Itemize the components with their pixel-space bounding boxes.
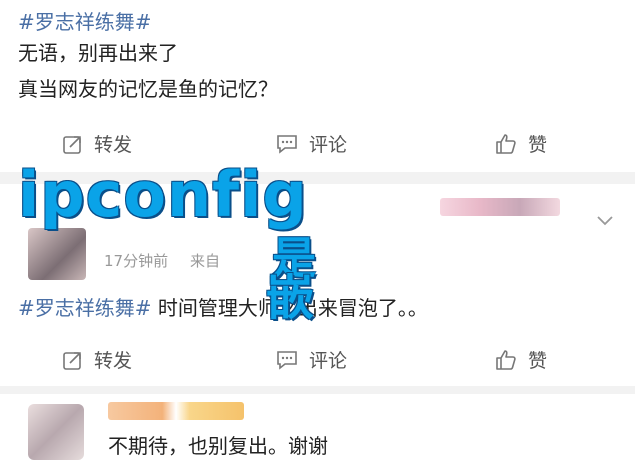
like-button[interactable]: 赞 — [494, 346, 547, 373]
repost-icon — [63, 351, 81, 370]
section-divider-2 — [0, 386, 635, 394]
repost-button[interactable]: 转发 — [62, 346, 132, 373]
comment-avatar[interactable] — [28, 404, 84, 460]
post-hashtag[interactable]: #罗志祥练舞# — [18, 6, 152, 35]
comment-icon — [277, 134, 297, 154]
like-icon — [496, 133, 516, 154]
like-button[interactable]: 赞 — [494, 130, 547, 157]
post-text-line-1: 无语，别再出来了 — [18, 41, 178, 65]
post-text-line-2: 真当网友的记忆是鱼的记忆？ — [18, 77, 278, 101]
overlay-char-2: 嵌 — [266, 270, 315, 326]
avatar[interactable] — [28, 228, 86, 280]
chevron-down-icon[interactable] — [596, 212, 614, 231]
repost-button[interactable]: 转发 — [62, 130, 132, 157]
comment-label: 评论 — [309, 350, 348, 372]
action-bar-2: 转发 评论 赞 — [0, 334, 635, 384]
repost-icon — [63, 135, 81, 154]
like-label: 赞 — [528, 134, 548, 156]
repost-text: #罗志祥练舞# 时间管理大师又出来冒泡了。。 — [18, 292, 428, 321]
post-timestamp: 17分钟前 — [104, 252, 169, 270]
repost-label: 转发 — [94, 350, 133, 372]
repost-hashtag[interactable]: #罗志祥练舞# — [18, 296, 152, 320]
comment-button[interactable]: 评论 — [275, 130, 347, 157]
overlay-word: ipconfig — [18, 158, 308, 231]
like-label: 赞 — [528, 350, 548, 372]
post-source: 来自 — [190, 252, 221, 270]
repost-label: 转发 — [94, 134, 133, 156]
like-icon — [496, 349, 516, 370]
comment-text: 不期待，也别复出。谢谢 — [108, 434, 328, 458]
comment-label: 评论 — [309, 134, 348, 156]
comment-icon — [277, 350, 297, 370]
blurred-username — [440, 198, 560, 216]
comment-blurred-username — [108, 402, 244, 420]
comment-button[interactable]: 评论 — [275, 346, 347, 373]
